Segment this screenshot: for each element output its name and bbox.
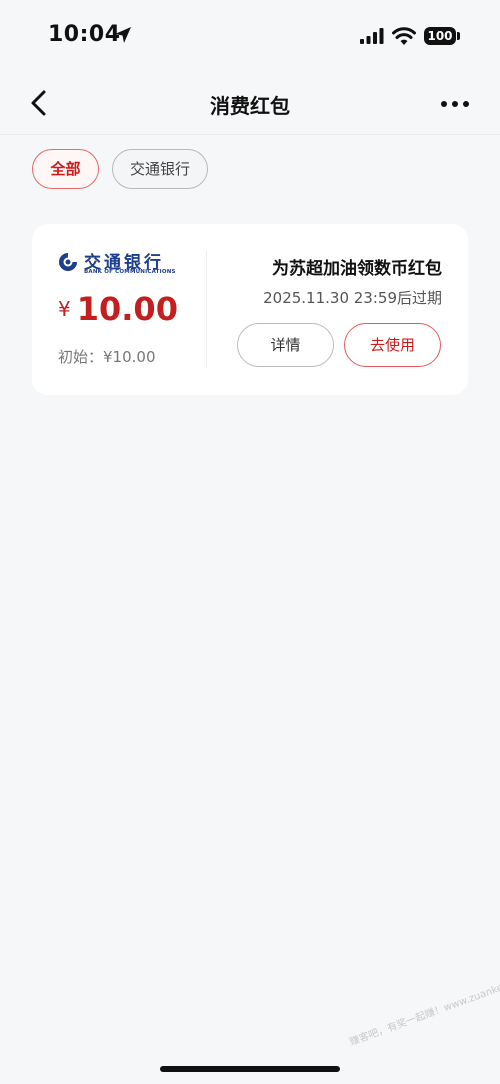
nav-bar: 消费红包 [0,72,500,135]
location-arrow-icon [115,27,131,43]
filter-chip-bank-of-communications[interactable]: 交通银行 [112,149,208,189]
initial-amount: 初始：¥10.00 [58,348,156,366]
bank-logo-mark-icon [59,252,78,271]
detail-button[interactable]: 详情 [237,323,334,367]
battery-level: 100 [427,29,453,43]
bank-name-en: BANK OF COMMUNICATIONS [84,269,176,275]
coupon-name: 为苏超加油领数币红包 [272,259,442,279]
bank-logo: 交通银行 BANK OF COMMUNICATIONS [58,250,178,276]
coupon-amount: ¥10.00 [58,290,178,328]
watermark: 赚客吧，有奖一起赚！www.zuanke8.com [348,971,500,1049]
battery-icon: 100 [424,27,456,45]
amount-value: 10.00 [76,290,178,328]
filter-chip-all[interactable]: 全部 [32,149,99,189]
coupon-expiry: 2025.11.30 23:59后过期 [263,289,442,307]
currency-symbol: ¥ [58,297,71,321]
use-button[interactable]: 去使用 [344,323,441,367]
coupon-card: 交通银行 BANK OF COMMUNICATIONS ¥10.00 初始：¥1… [32,224,468,395]
cellular-signal-icon [360,28,384,44]
battery-tip [457,32,460,40]
wifi-icon [392,27,416,45]
status-bar: 10:04 100 [0,0,500,72]
home-indicator[interactable] [160,1066,340,1072]
status-time: 10:04 [48,22,121,47]
card-divider [206,250,207,368]
page-title: 消费红包 [210,94,290,118]
more-horizontal-icon[interactable] [436,90,474,118]
